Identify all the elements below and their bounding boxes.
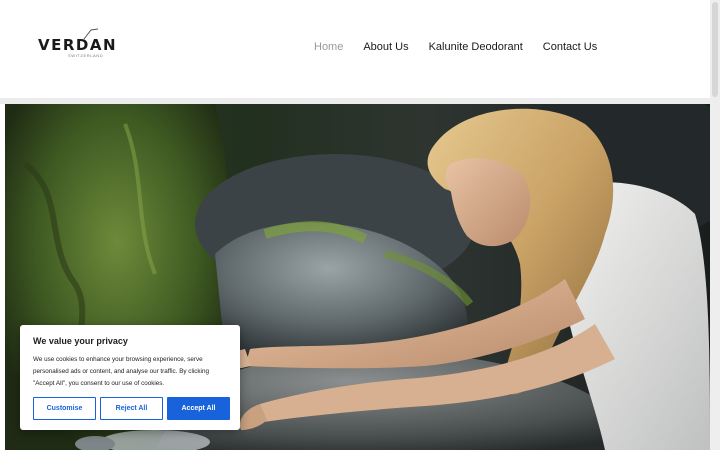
cookie-actions: Customise Reject All Accept All	[33, 397, 230, 420]
page: VERDAN SWITZERLAND Home About Us Kalunit…	[0, 0, 720, 450]
nav-item-home[interactable]: Home	[314, 41, 343, 53]
site-header: VERDAN SWITZERLAND Home About Us Kalunit…	[0, 0, 710, 98]
main-nav: Home About Us Kalunite Deodorant Contact…	[314, 41, 597, 53]
nav-item-about-us[interactable]: About Us	[363, 41, 408, 53]
page-scrollbar[interactable]	[710, 0, 720, 450]
nav-item-kalunite-deodorant[interactable]: Kalunite Deodorant	[429, 41, 523, 53]
accept-all-button[interactable]: Accept All	[167, 397, 230, 420]
cookie-consent-banner: We value your privacy We use cookies to …	[20, 325, 240, 430]
cookie-description: We use cookies to enhance your browsing …	[33, 356, 209, 387]
customise-button[interactable]: Customise	[33, 397, 96, 420]
site-logo[interactable]: VERDAN SWITZERLAND	[38, 28, 134, 60]
scrollbar-thumb[interactable]	[712, 2, 718, 97]
cookie-title: We value your privacy	[33, 336, 128, 346]
reject-all-button[interactable]: Reject All	[100, 397, 163, 420]
nav-item-contact-us[interactable]: Contact Us	[543, 41, 597, 53]
logo-tagline: SWITZERLAND	[68, 53, 104, 58]
logo-wordmark: VERDAN	[38, 36, 118, 54]
